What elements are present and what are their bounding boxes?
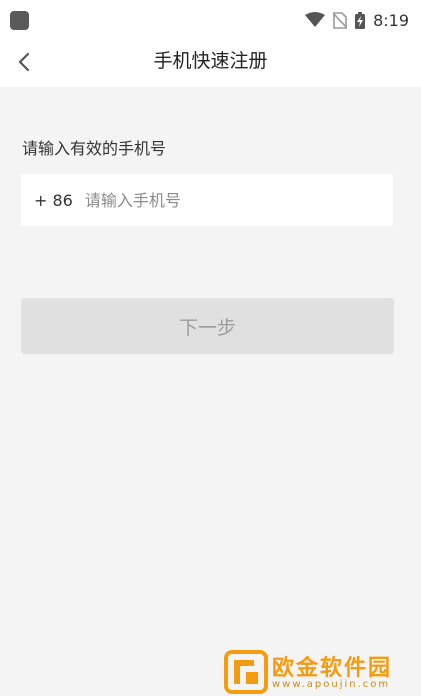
battery-charging-icon [355, 11, 366, 29]
app-notification-icon [10, 11, 29, 30]
app-header: 手机快速注册 [0, 40, 421, 87]
watermark-name: 欧金软件园 [272, 656, 393, 681]
no-sim-icon [333, 11, 348, 29]
watermark-logo-icon [224, 650, 268, 696]
phone-input-row: + 86 [21, 174, 393, 226]
phone-number-input[interactable] [84, 174, 393, 226]
back-button[interactable] [8, 48, 40, 80]
next-step-button[interactable]: 下一步 [21, 298, 394, 354]
wifi-icon [305, 12, 326, 28]
status-time: 8:19 [373, 10, 409, 30]
status-icons: 8:19 [305, 9, 409, 31]
watermark-url: www.apoujin.com [272, 679, 391, 690]
phone-prompt-label: 请输入有效的手机号 [22, 139, 167, 158]
status-bar: 8:19 [0, 0, 421, 40]
page-title: 手机快速注册 [153, 50, 268, 72]
phone-register-screen: 8:19 手机快速注册 请输入有效的手机号 + 86 下一步 欧金软件园 [0, 0, 421, 696]
watermark: 欧金软件园 www.apoujin.com [222, 648, 418, 694]
country-code[interactable]: + 86 [34, 191, 73, 210]
chevron-left-icon [17, 51, 31, 77]
